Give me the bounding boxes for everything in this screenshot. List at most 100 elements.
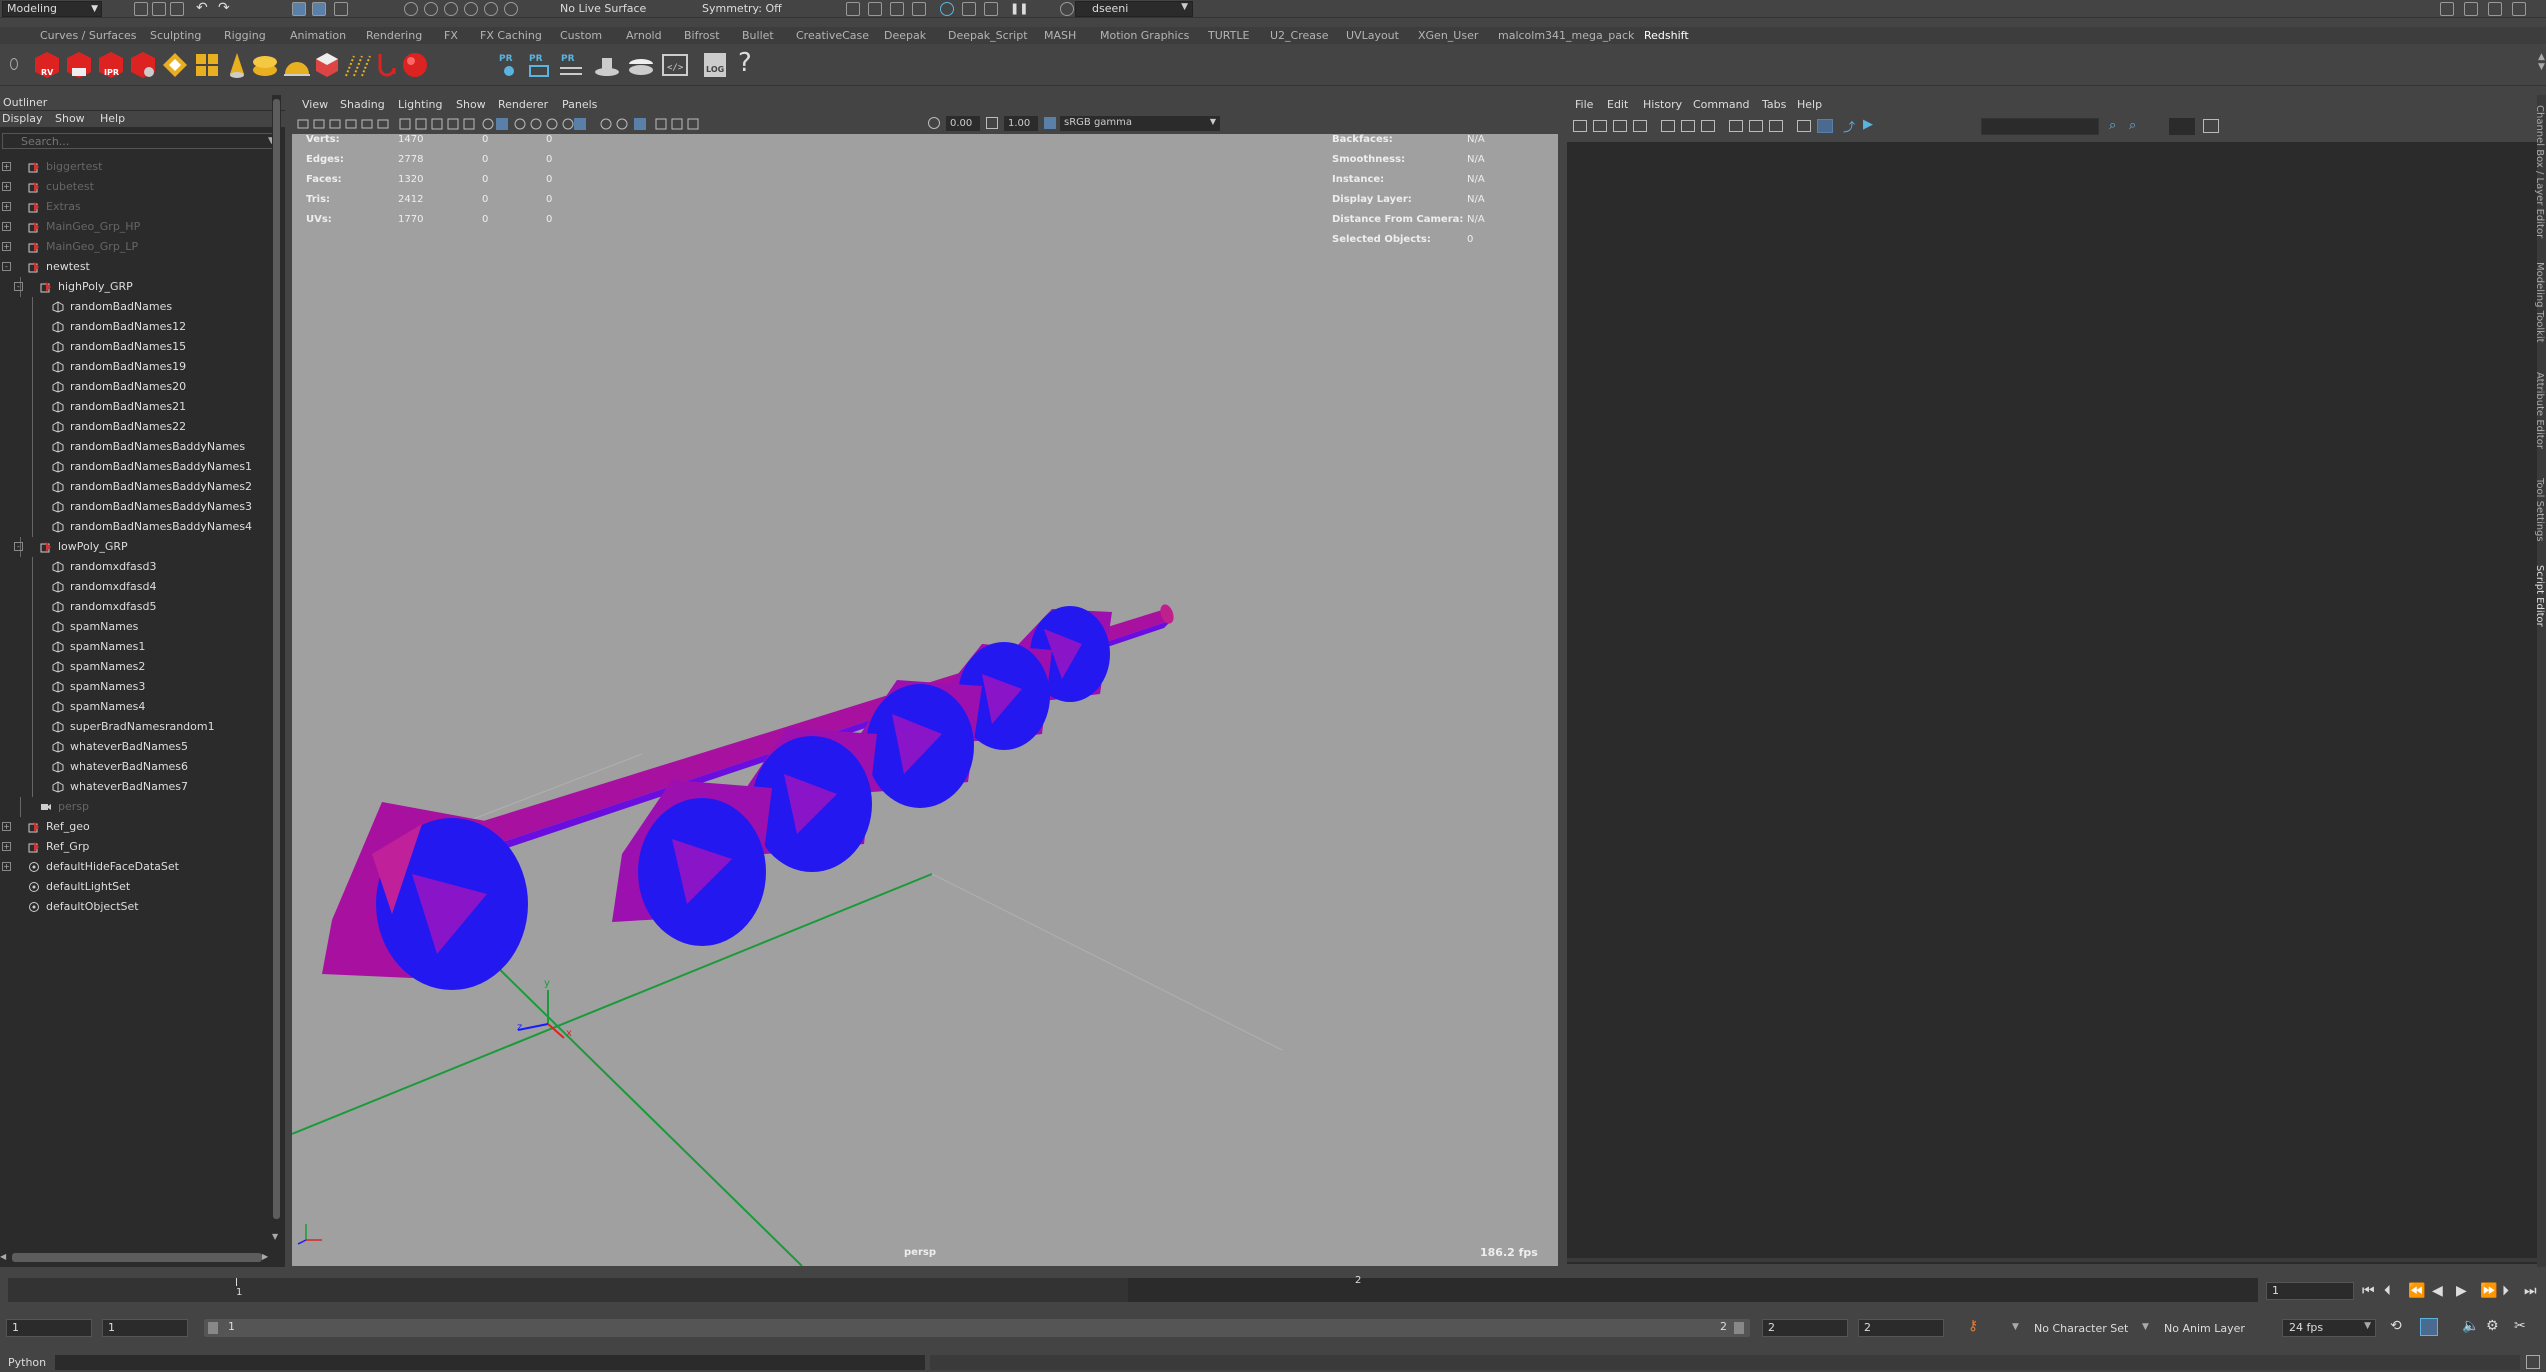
open-script-icon[interactable] bbox=[1573, 120, 1587, 132]
viewport-menu-view[interactable]: View bbox=[302, 98, 328, 111]
outliner-menu-show[interactable]: Show bbox=[55, 112, 85, 125]
outliner-item[interactable]: whateverBadNames5 bbox=[0, 737, 272, 757]
range-slider-handle-end[interactable] bbox=[1734, 1322, 1744, 1334]
outliner-item[interactable]: + Extras bbox=[0, 197, 272, 217]
render-frame-icon[interactable] bbox=[868, 2, 882, 16]
lasso-tool-icon[interactable] bbox=[312, 2, 326, 16]
snap-surface-icon[interactable] bbox=[484, 2, 498, 16]
outliner-item[interactable]: + cubetest bbox=[0, 177, 272, 197]
redshift-settings-icon[interactable] bbox=[128, 50, 158, 80]
script-search-input[interactable] bbox=[1981, 118, 2099, 135]
outliner-hscrollbar[interactable] bbox=[12, 1253, 262, 1262]
go-to-start-icon[interactable]: ⏮ bbox=[2362, 1283, 2375, 1299]
outliner-item[interactable]: - highPoly_GRP bbox=[0, 277, 272, 297]
range-slider[interactable]: 1 2 bbox=[204, 1319, 1750, 1337]
scroll-thumb[interactable] bbox=[273, 99, 280, 1219]
select-tool-icon[interactable] bbox=[292, 2, 306, 16]
redshift-mesh-light-icon[interactable] bbox=[312, 50, 342, 80]
shelf-options-icon[interactable] bbox=[10, 58, 18, 70]
expand-icon[interactable]: + bbox=[2, 862, 11, 871]
current-frame-field[interactable]: 1 bbox=[2266, 1282, 2354, 1300]
side-tab-script-editor[interactable]: Script Editor bbox=[2534, 565, 2545, 627]
show-history-icon[interactable] bbox=[1729, 120, 1743, 132]
redshift-bake-icon[interactable] bbox=[592, 50, 622, 80]
outliner-item[interactable]: randomBadNames19 bbox=[0, 357, 272, 377]
snap-point-icon[interactable] bbox=[444, 2, 458, 16]
scroll-right-icon[interactable]: ▶ bbox=[262, 1252, 268, 1261]
script-editor-menu-tabs[interactable]: Tabs bbox=[1762, 98, 1786, 111]
redshift-aov-icon[interactable] bbox=[160, 50, 190, 80]
side-tab-tool-settings[interactable]: Tool Settings bbox=[2534, 478, 2545, 542]
help-icon[interactable]: ? bbox=[738, 48, 752, 78]
script-editor-history[interactable] bbox=[1567, 142, 2537, 1264]
outliner-scrollbar[interactable] bbox=[272, 95, 281, 1235]
outliner-item[interactable]: randomBadNames12 bbox=[0, 317, 272, 337]
menu-set-dropdown[interactable]: Modeling ▼ bbox=[2, 1, 102, 17]
play-forward-icon[interactable]: ▶ bbox=[2456, 1283, 2467, 1299]
viewport-tool-icons[interactable] bbox=[296, 117, 716, 131]
outliner-item[interactable]: + biggertest bbox=[0, 157, 272, 177]
step-forward-frame-icon[interactable]: ⏩ bbox=[2480, 1283, 2497, 1299]
open-scene-icon[interactable] bbox=[152, 2, 166, 16]
shelf-tab[interactable]: MASH bbox=[1044, 29, 1076, 42]
redshift-texture-icon[interactable] bbox=[626, 50, 656, 80]
line-numbers-icon[interactable] bbox=[1817, 119, 1833, 133]
character-set-dropdown-icon[interactable]: ▼ bbox=[2012, 1322, 2019, 1332]
shelf-tab[interactable]: malcolm341_mega_pack bbox=[1498, 29, 1634, 42]
cache-playback-icon[interactable] bbox=[2420, 1318, 2438, 1336]
paint-select-icon[interactable] bbox=[334, 2, 348, 16]
redshift-spot-light-icon[interactable] bbox=[222, 50, 252, 80]
outliner-item[interactable]: randomBadNamesBaddyNames1 bbox=[0, 457, 272, 477]
ipr-render-icon[interactable] bbox=[890, 2, 904, 16]
redshift-dome-light-icon[interactable] bbox=[282, 50, 312, 80]
outliner-item[interactable]: randomxdfasd4 bbox=[0, 577, 272, 597]
shelf-tab-active[interactable]: Redshift bbox=[1644, 29, 1689, 42]
sidebar-toggle-icon[interactable] bbox=[2464, 2, 2478, 16]
outliner-menu-help[interactable]: Help bbox=[100, 112, 125, 125]
redshift-portal-light-icon[interactable] bbox=[342, 50, 372, 80]
outliner-item[interactable]: randomBadNamesBaddyNames3 bbox=[0, 497, 272, 517]
redshift-pr-render-icon[interactable]: PR bbox=[494, 50, 524, 80]
hypershade-icon[interactable] bbox=[940, 2, 954, 16]
outliner-search-field[interactable] bbox=[2, 133, 279, 149]
outliner-item[interactable]: + MainGeo_Grp_HP bbox=[0, 217, 272, 237]
shelf-tab[interactable]: Curves / Surfaces bbox=[40, 29, 137, 42]
step-forward-key-icon[interactable]: ⏵ bbox=[2502, 1283, 2509, 1299]
viewport-menu-shading[interactable]: Shading bbox=[340, 98, 385, 111]
shelf-tab[interactable]: CreativeCase bbox=[796, 29, 869, 42]
color-space-dropdown[interactable]: sRGB gamma ▼ bbox=[1060, 116, 1220, 131]
outliner-item[interactable]: + Ref_Grp bbox=[0, 837, 272, 857]
gamma-icon[interactable] bbox=[986, 117, 998, 129]
fps-dropdown[interactable]: 24 fps ▼ bbox=[2282, 1319, 2376, 1337]
script-editor-icon[interactable] bbox=[2526, 1355, 2540, 1369]
shelf-scroll-icon[interactable]: ▲ ▼ bbox=[2538, 52, 2545, 72]
script-editor-menu-edit[interactable]: Edit bbox=[1607, 98, 1628, 111]
range-slider-handle-start[interactable] bbox=[208, 1322, 218, 1334]
script-editor-menu-help[interactable]: Help bbox=[1797, 98, 1822, 111]
expand-icon[interactable]: + bbox=[2, 202, 11, 211]
expand-icon[interactable]: + bbox=[2, 182, 11, 191]
outliner-item[interactable]: - lowPoly_GRP bbox=[0, 537, 272, 557]
shelf-tab[interactable]: Deepak_Script bbox=[948, 29, 1028, 42]
redshift-proxy-icon[interactable] bbox=[372, 50, 402, 80]
redshift-render-view-icon[interactable]: RV bbox=[32, 50, 62, 80]
command-input[interactable] bbox=[55, 1355, 925, 1370]
redshift-sphere-icon[interactable] bbox=[400, 50, 430, 80]
shelf-tab[interactable]: TURTLE bbox=[1208, 29, 1249, 42]
outliner-item[interactable]: spamNames2 bbox=[0, 657, 272, 677]
side-tab-channel-box[interactable]: Channel Box / Layer Editor bbox=[2534, 105, 2545, 238]
shelf-tab[interactable]: Custom bbox=[560, 29, 602, 42]
show-both-icon[interactable] bbox=[1769, 120, 1783, 132]
outliner-menu-display[interactable]: Display bbox=[2, 112, 43, 125]
outliner-item[interactable]: randomxdfasd3 bbox=[0, 557, 272, 577]
animation-start-field[interactable]: 1 bbox=[6, 1319, 92, 1337]
time-prefs-icon[interactable]: ✂ bbox=[2514, 1318, 2526, 1334]
playback-start-field[interactable]: 1 bbox=[102, 1319, 188, 1337]
exposure-icon[interactable] bbox=[928, 117, 940, 129]
find-icon[interactable]: ⌕ bbox=[2109, 118, 2116, 133]
snap-view-plane-icon[interactable] bbox=[464, 2, 478, 16]
sound-icon[interactable]: 🔈 bbox=[2462, 1318, 2479, 1334]
viewport-menu-panels[interactable]: Panels bbox=[562, 98, 597, 111]
outliner-item[interactable]: defaultObjectSet bbox=[0, 897, 272, 917]
go-to-end-icon[interactable]: ⏭ bbox=[2524, 1283, 2537, 1299]
